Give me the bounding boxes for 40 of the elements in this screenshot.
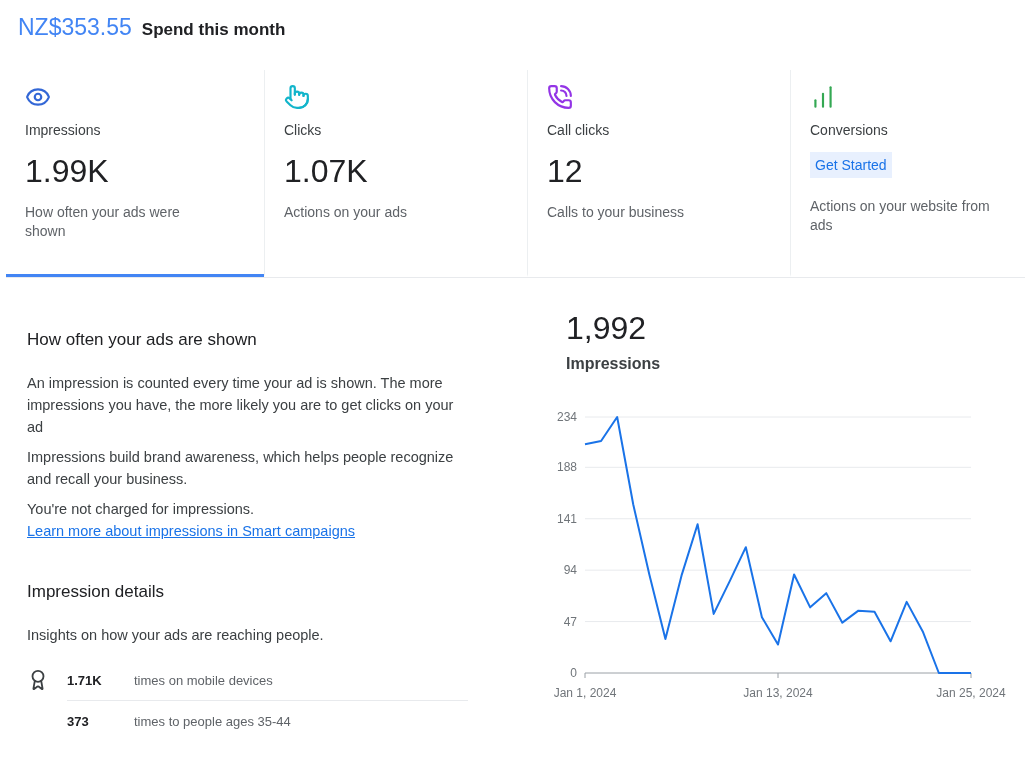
metric-label: Conversions xyxy=(810,122,888,138)
metric-tab[interactable]: Clicks 1.07K Actions on your ads xyxy=(264,70,527,277)
detail-label: times on mobile devices xyxy=(134,672,273,688)
metric-description: Calls to your business xyxy=(547,203,684,222)
detail-value: 373 xyxy=(67,713,90,729)
metric-tab[interactable]: Impressions 1.99K How often your ads were shown xyxy=(6,70,264,277)
axis-label: 47 xyxy=(563,614,577,629)
metric-label: Clicks xyxy=(284,122,322,138)
metric-value: 1.99K xyxy=(25,152,109,190)
axis-label: 188 xyxy=(556,460,577,475)
metric-value: 1.07K xyxy=(284,152,368,190)
metric-description: Actions on your ads xyxy=(284,203,407,222)
axis-label: Jan 13, 2024 xyxy=(743,686,813,700)
spend-amount: NZ$353.55 xyxy=(18,14,132,41)
axis-label: Jan 1, 2024 xyxy=(553,686,617,700)
detail-value: 1.71K xyxy=(67,672,103,688)
paragraph: An impression is counted every time your ad is shown. The more impressions you have, the more likely you are to get clicks on your ad xyxy=(27,374,455,437)
metric-tab[interactable]: Conversions Get Started Actions on your website from ads xyxy=(790,70,1025,277)
get-started-button[interactable]: Get Started xyxy=(810,152,892,178)
metric-description: How often your ads were shown xyxy=(25,203,181,241)
detail-label: times to people ages 35-44 xyxy=(134,713,291,729)
section-heading: Impression details xyxy=(27,582,165,602)
paragraph: You're not charged for impressions. Learn more about impressions in Smart campaigns xyxy=(27,498,470,542)
section-subtitle: Insights on how your ads are reaching people. xyxy=(27,626,325,645)
total-impressions: 1,992 xyxy=(566,310,648,347)
axis-label: Jan 25, 2024 xyxy=(936,686,1006,700)
metric-description: Actions on your website from ads xyxy=(810,197,991,235)
axis-label: 94 xyxy=(563,563,577,578)
axis-label: 141 xyxy=(556,511,577,526)
spend-label: Spend this month xyxy=(141,20,286,40)
paragraph: Impressions build brand awareness, which helps people recognize and recall your business. xyxy=(27,448,455,489)
metric-label: Impressions xyxy=(25,122,101,138)
section-heading: How often your ads are shown xyxy=(27,330,258,350)
metric-tab[interactable]: Call clicks 12 Calls to your business xyxy=(527,70,790,277)
total-label: Impressions xyxy=(566,355,662,373)
metric-value: 12 xyxy=(547,152,583,190)
metric-label: Call clicks xyxy=(547,122,610,138)
axis-label: 0 xyxy=(570,666,577,680)
learn-more-link[interactable]: Learn more about impressions in Smart campaigns xyxy=(27,520,355,542)
axis-label: 234 xyxy=(556,410,577,424)
